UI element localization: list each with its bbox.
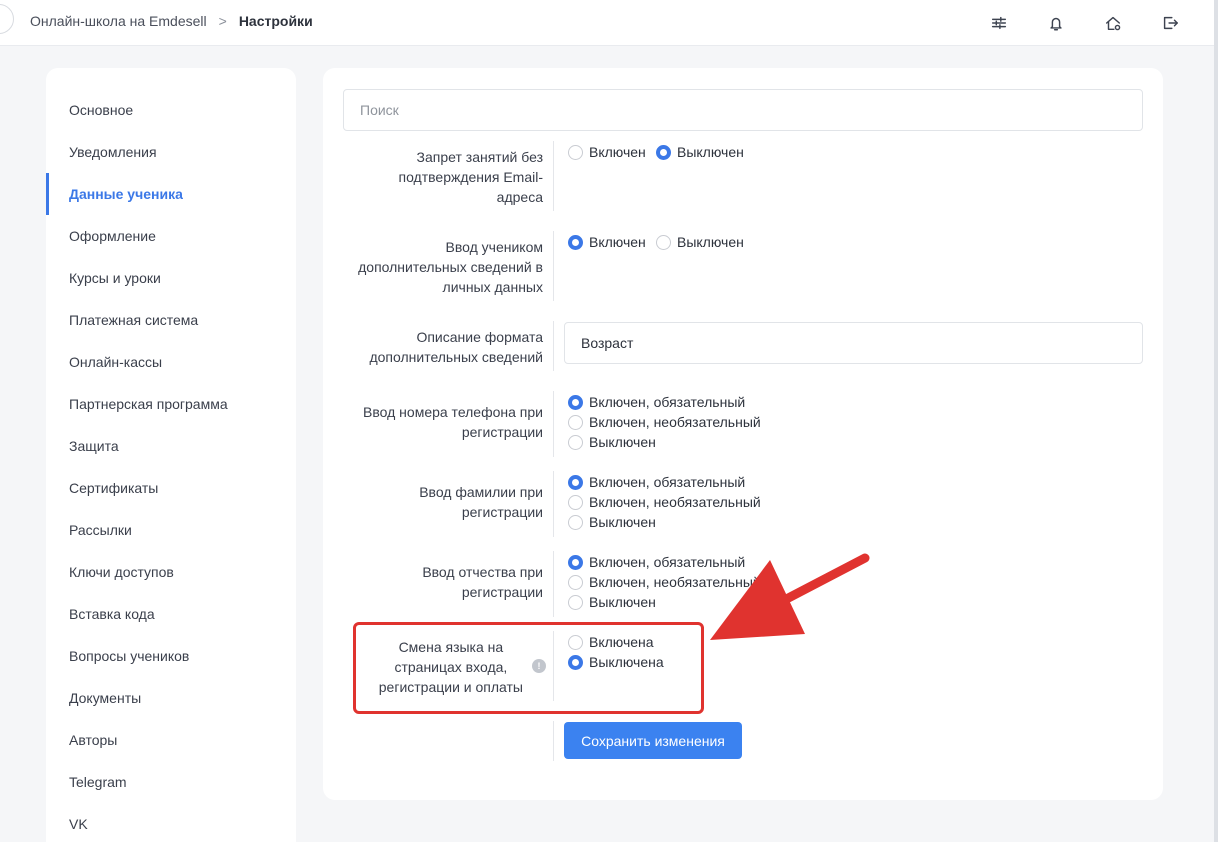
divider — [553, 551, 554, 617]
bell-icon[interactable] — [1044, 11, 1068, 35]
chevron-right-icon: > — [218, 13, 227, 29]
setting-label-last-name: Ввод фамилии при регистрации — [419, 484, 543, 520]
sidebar-item-security[interactable]: Защита — [46, 425, 296, 467]
divider — [553, 231, 554, 301]
setting-label-email-confirm: Запрет занятий без подтверждения Email- … — [398, 149, 543, 205]
sidebar-item-telegram[interactable]: Telegram — [46, 761, 296, 803]
sidebar-item-student-questions[interactable]: Вопросы учеников — [46, 635, 296, 677]
setting-label-phone: Ввод номера телефона при регистрации — [363, 404, 543, 440]
breadcrumb: Онлайн-школа на Emdesell > Настройки — [30, 13, 313, 29]
divider — [553, 721, 554, 761]
radio-extra-info-on[interactable]: Включен — [568, 234, 646, 250]
setting-label-patronymic: Ввод отчества при регистрации — [422, 564, 543, 600]
logout-icon[interactable] — [1158, 11, 1182, 35]
sidebar-item-certificates[interactable]: Сертификаты — [46, 467, 296, 509]
divider — [553, 391, 554, 457]
radio-extra-info-off[interactable]: Выключен — [656, 234, 744, 250]
breadcrumb-current: Настройки — [238, 13, 313, 29]
radio-button[interactable] — [568, 574, 583, 590]
radio-button[interactable] — [568, 494, 583, 510]
radio-phone-off[interactable]: Выключен — [568, 434, 656, 450]
setting-label-extra-info-format: Описание формата дополнительных сведений — [369, 329, 543, 365]
save-button[interactable]: Сохранить изменения — [564, 722, 742, 759]
setting-label-extra-info: Ввод учеником дополнительных сведений в … — [358, 239, 543, 295]
radio-patronymic-off[interactable]: Выключен — [568, 594, 656, 610]
radio-button[interactable] — [568, 414, 583, 430]
sidebar-item-student-data[interactable]: Данные ученика — [46, 173, 296, 215]
divider — [553, 471, 554, 537]
radio-phone-optional[interactable]: Включен, необязательный — [568, 414, 761, 430]
radio-button-selected[interactable] — [568, 394, 583, 410]
radio-button-selected[interactable] — [568, 554, 583, 570]
radio-button[interactable] — [656, 234, 671, 250]
sidebar-item-courses[interactable]: Курсы и уроки — [46, 257, 296, 299]
sidebar-item-affiliate[interactable]: Партнерская программа — [46, 383, 296, 425]
scrollbar[interactable] — [1214, 0, 1218, 842]
sliders-icon[interactable] — [987, 11, 1011, 35]
sidebar-item-payment[interactable]: Платежная система — [46, 299, 296, 341]
radio-button[interactable] — [568, 434, 583, 450]
sidebar-item-vk[interactable]: VK — [46, 803, 296, 842]
radio-button-selected[interactable] — [568, 474, 583, 490]
radio-email-confirm-off[interactable]: Выключен — [656, 144, 744, 160]
sidebar-item-general[interactable]: Основное — [46, 89, 296, 131]
divider — [553, 141, 554, 211]
sidebar-item-authors[interactable]: Авторы — [46, 719, 296, 761]
radio-button-selected[interactable] — [568, 234, 583, 250]
home-settings-icon[interactable] — [1101, 11, 1125, 35]
sidebar-item-mailings[interactable]: Рассылки — [46, 509, 296, 551]
radio-last-name-required[interactable]: Включен, обязательный — [568, 474, 745, 490]
extra-info-format-input[interactable] — [564, 322, 1143, 364]
sidebar-item-code-insert[interactable]: Вставка кода — [46, 593, 296, 635]
radio-last-name-off[interactable]: Выключен — [568, 514, 656, 530]
breadcrumb-root-link[interactable]: Онлайн-школа на Emdesell — [30, 13, 207, 29]
radio-last-name-optional[interactable]: Включен, необязательный — [568, 494, 761, 510]
divider — [553, 321, 554, 371]
menu-toggle-button[interactable] — [0, 4, 14, 34]
sidebar-item-documents[interactable]: Документы — [46, 677, 296, 719]
sidebar-item-appearance[interactable]: Оформление — [46, 215, 296, 257]
radio-button[interactable] — [568, 144, 583, 160]
red-arrow-annotation — [710, 553, 870, 640]
sidebar-item-online-cash[interactable]: Онлайн-кассы — [46, 341, 296, 383]
settings-sidebar: Основное Уведомления Данные ученика Офор… — [46, 68, 296, 842]
radio-button-selected[interactable] — [656, 144, 671, 160]
sidebar-item-notifications[interactable]: Уведомления — [46, 131, 296, 173]
highlight-box — [353, 622, 704, 714]
top-bar: Онлайн-школа на Emdesell > Настройки — [0, 0, 1218, 46]
radio-button[interactable] — [568, 514, 583, 530]
sidebar-item-access-keys[interactable]: Ключи доступов — [46, 551, 296, 593]
search-input[interactable] — [343, 89, 1143, 131]
radio-email-confirm-on[interactable]: Включен — [568, 144, 646, 160]
radio-phone-required[interactable]: Включен, обязательный — [568, 394, 745, 410]
radio-button[interactable] — [568, 594, 583, 610]
